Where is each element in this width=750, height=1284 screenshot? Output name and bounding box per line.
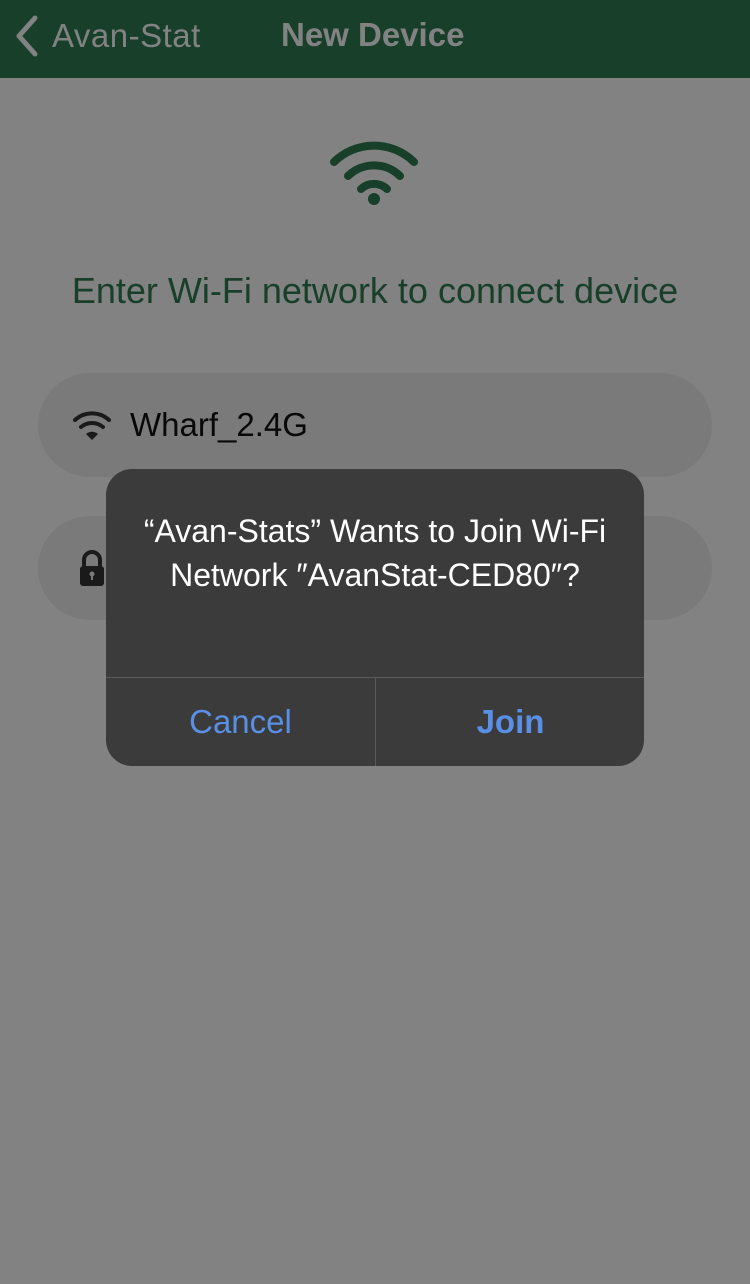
join-button[interactable]: Join <box>376 678 644 766</box>
new-device-screen: Avan-Stat New Device Enter Wi-Fi network… <box>0 0 750 1284</box>
cancel-button[interactable]: Cancel <box>106 678 375 766</box>
join-network-alert: “Avan-Stats” Wants to Join Wi-Fi Network… <box>106 469 644 766</box>
alert-message: “Avan-Stats” Wants to Join Wi-Fi Network… <box>143 513 607 593</box>
